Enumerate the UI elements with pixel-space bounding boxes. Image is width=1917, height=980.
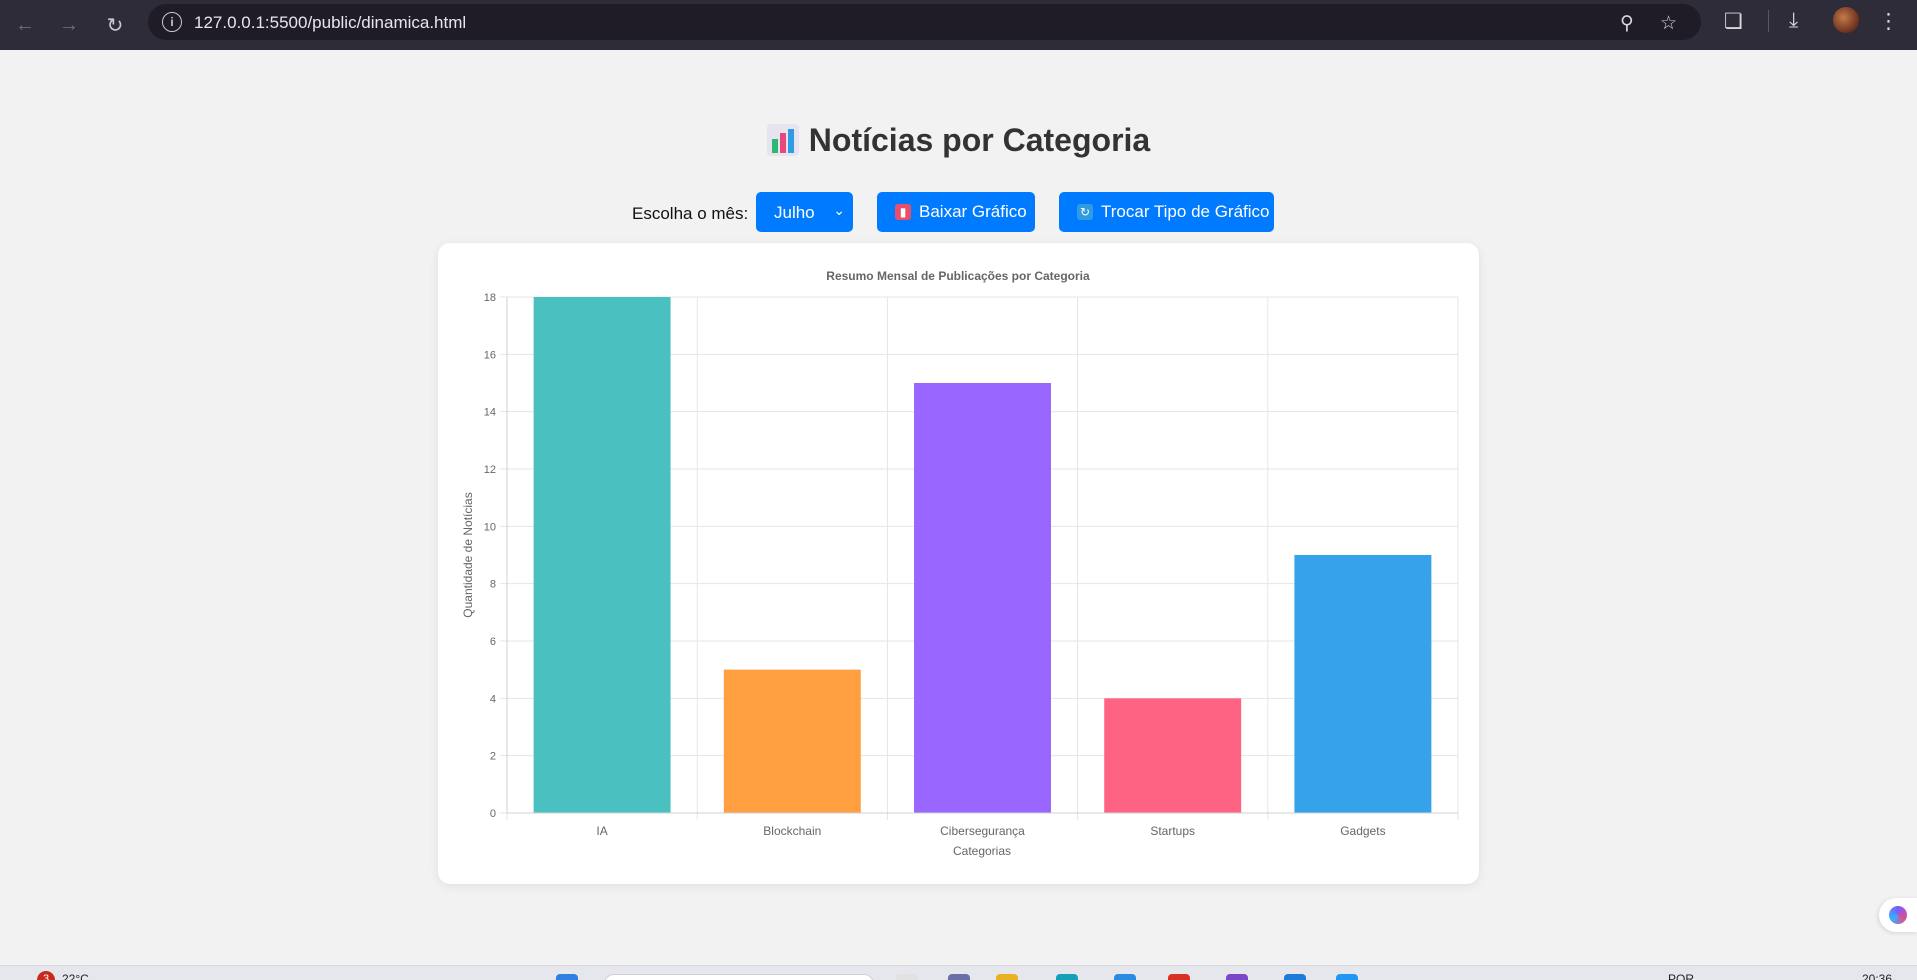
y-tick-label: 18	[484, 292, 496, 304]
taskbar-app-icon[interactable]	[948, 974, 970, 980]
bar-blockchain[interactable]	[723, 669, 861, 813]
bar-chart: 0 2 4 6 8 10 12 14 16 18 IA Blockchain Ciberseguranç…	[461, 269, 1459, 858]
zoom-icon[interactable]: ⚲	[1620, 12, 1634, 35]
profile-avatar[interactable]	[1833, 7, 1859, 33]
site-info-icon[interactable]: i	[162, 12, 182, 32]
bar-chart-emoji-icon	[766, 124, 799, 156]
reload-icon[interactable]: ↻	[99, 9, 131, 41]
y-tick-label: 8	[490, 579, 496, 591]
toolbar-divider	[1768, 10, 1769, 32]
taskbar-chrome-icon[interactable]	[1168, 974, 1190, 980]
url-text[interactable]: 127.0.0.1:5500/public/dinamica.html	[194, 13, 466, 33]
os-taskbar: 3 22°C POR 20:36	[0, 965, 1917, 980]
y-axis-label: Quantidade de Notícias	[461, 492, 475, 617]
y-tick-label: 0	[490, 808, 496, 820]
ai-assistant-icon	[1889, 906, 1907, 924]
bar-ciberseguran-a[interactable]	[914, 383, 1051, 813]
extensions-icon[interactable]: ❏	[1724, 9, 1743, 34]
taskbar-app-icon[interactable]	[1336, 974, 1358, 980]
y-tick-label: 14	[484, 407, 496, 419]
taskbar-app-icon[interactable]	[1114, 974, 1136, 980]
browser-toolbar: ← → ↻ i 127.0.0.1:5500/public/dinamica.h…	[0, 0, 1917, 50]
address-bar[interactable]: i 127.0.0.1:5500/public/dinamica.html ⚲ …	[148, 4, 1701, 40]
start-icon[interactable]	[556, 974, 578, 980]
taskbar-app-icon[interactable]	[1226, 974, 1248, 980]
bookmark-star-icon[interactable]: ☆	[1660, 12, 1677, 35]
taskbar-app-icon[interactable]	[1056, 974, 1078, 980]
y-tick-label: 10	[484, 521, 496, 533]
month-select[interactable]: Julho ⌄	[756, 192, 853, 232]
y-tick-label: 6	[490, 636, 496, 648]
bar-startups[interactable]	[1104, 698, 1242, 813]
notification-badge[interactable]: 3	[37, 971, 55, 980]
x-tick-label: Gadgets	[1340, 824, 1385, 838]
y-tick-label: 2	[490, 751, 496, 763]
month-label: Escolha o mês:	[632, 204, 749, 223]
x-tick-label: Cibersegurança	[940, 824, 1025, 838]
month-select-value: Julho	[774, 203, 815, 222]
cycle-arrows-emoji-icon: ↻	[1077, 204, 1093, 220]
y-tick-label: 4	[490, 693, 496, 705]
bar-gadgets[interactable]	[1294, 555, 1432, 813]
bar-ia[interactable]	[533, 297, 671, 813]
toggle-chart-type-label: Trocar Tipo de Gráfico	[1101, 202, 1270, 221]
x-axis-label: Categorias	[953, 844, 1011, 858]
forward-icon[interactable]: →	[53, 9, 85, 41]
taskbar-app-icon[interactable]	[896, 974, 918, 980]
taskbar-search-box[interactable]	[604, 974, 874, 980]
toggle-chart-type-button[interactable]: ↻ Trocar Tipo de Gráfico	[1059, 192, 1274, 232]
ai-assistant-button[interactable]	[1879, 898, 1917, 932]
chart-card: 0 2 4 6 8 10 12 14 16 18 IA Blockchain Ciberseguranç…	[438, 243, 1479, 884]
download-chart-button[interactable]: ▮ Baixar Gráfico	[877, 192, 1035, 232]
x-tick-label: Startups	[1150, 824, 1195, 838]
clipboard-emoji-icon: ▮	[895, 204, 911, 220]
x-tick-label: Blockchain	[763, 824, 821, 838]
input-language[interactable]: POR	[1668, 972, 1694, 980]
x-tick-label: IA	[596, 824, 607, 838]
weather-temperature[interactable]: 22°C	[62, 972, 89, 980]
y-tick-label: 12	[484, 464, 496, 476]
chart-controls: Escolha o mês: Julho ⌄ ▮ Baixar Gráfico …	[0, 192, 1917, 232]
back-icon[interactable]: ←	[9, 9, 41, 41]
taskbar-clock[interactable]: 20:36	[1862, 972, 1892, 980]
chevron-down-icon: ⌄	[833, 202, 845, 218]
menu-kebab-icon[interactable]: ⋮	[1878, 9, 1899, 34]
page-title-text: Notícias por Categoria	[808, 122, 1151, 158]
page-title: Notícias por Categoria	[0, 122, 1917, 159]
chart-title: Resumo Mensal de Publicações por Categor…	[826, 269, 1090, 283]
y-tick-label: 16	[484, 349, 496, 361]
downloads-icon[interactable]: ⤓	[1789, 9, 1798, 33]
taskbar-folder-icon[interactable]	[996, 974, 1018, 980]
taskbar-app-icon[interactable]	[1284, 974, 1306, 980]
chart-bars	[533, 297, 1432, 813]
download-chart-label: Baixar Gráfico	[919, 202, 1027, 221]
